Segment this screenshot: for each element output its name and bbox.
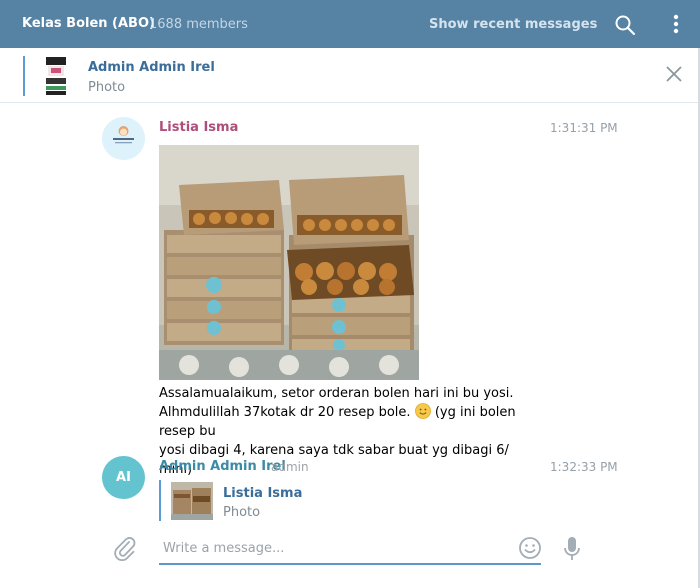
message-text-line: Assalamualaikum, setor orderan bolen har… bbox=[159, 386, 514, 401]
reply-thumbnail bbox=[171, 482, 213, 520]
smile-emoji-icon bbox=[414, 403, 431, 419]
member-count[interactable]: 1688 members bbox=[149, 17, 248, 32]
message-input[interactable] bbox=[159, 533, 541, 565]
message-author[interactable]: Admin Admin Irel bbox=[159, 459, 286, 474]
pinned-author: Admin Admin Irel bbox=[88, 60, 215, 75]
avatar-logo-icon bbox=[102, 117, 145, 160]
smile-icon[interactable] bbox=[518, 536, 542, 560]
more-vertical-icon[interactable] bbox=[666, 12, 686, 36]
message-photo[interactable] bbox=[159, 145, 419, 380]
reply-preview[interactable]: Listia Isma Photo bbox=[159, 480, 459, 522]
pinned-accent-bar bbox=[23, 56, 25, 96]
photo-boxes-image bbox=[159, 145, 419, 380]
pinned-message[interactable]: Admin Admin Irel Photo bbox=[0, 48, 700, 103]
avatar[interactable]: AI bbox=[102, 456, 145, 499]
message-text-segment: Alhmdulillah 37kotak dr 20 resep bole. bbox=[159, 405, 411, 420]
message-timestamp: 1:32:33 PM bbox=[550, 460, 618, 474]
reply-subtitle: Photo bbox=[223, 505, 261, 520]
admin-badge: admin bbox=[271, 460, 309, 474]
close-icon[interactable] bbox=[665, 65, 683, 83]
paperclip-icon[interactable] bbox=[114, 536, 138, 562]
microphone-icon[interactable] bbox=[563, 536, 581, 562]
message-text-line: Alhmdulillah 37kotak dr 20 resep bole. (… bbox=[159, 403, 544, 441]
search-icon[interactable] bbox=[614, 14, 636, 36]
pinned-thumbnail bbox=[45, 56, 67, 96]
pinned-subtitle: Photo bbox=[88, 80, 126, 95]
message-author[interactable]: Listia Isma bbox=[159, 120, 238, 135]
chat-title[interactable]: Kelas Bolen (ABO) bbox=[22, 16, 155, 31]
photo-thumbnail-icon bbox=[171, 482, 213, 520]
show-recent-messages-button[interactable]: Show recent messages bbox=[429, 17, 597, 32]
chat-header: Kelas Bolen (ABO) 1688 members Show rece… bbox=[0, 0, 700, 48]
reply-author: Listia Isma bbox=[223, 486, 303, 501]
avatar[interactable] bbox=[102, 117, 145, 160]
reply-accent-bar bbox=[159, 480, 161, 522]
message-timestamp: 1:31:31 PM bbox=[550, 121, 618, 135]
